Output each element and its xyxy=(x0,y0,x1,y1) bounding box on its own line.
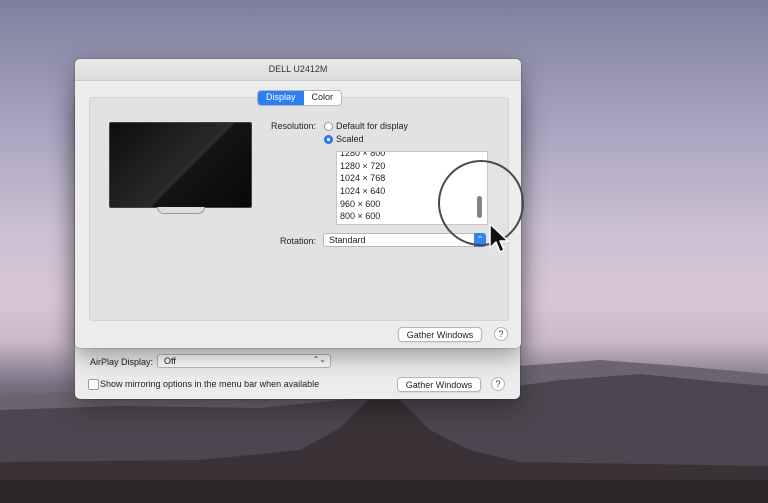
monitor-image xyxy=(109,122,252,208)
rotation-label: Rotation: xyxy=(280,236,317,246)
rotation-value: Standard xyxy=(329,235,366,245)
gather-windows-button[interactable]: Gather Windows xyxy=(397,377,481,392)
window-title: DELL U2412M xyxy=(75,59,521,81)
airplay-display-select[interactable]: Off ⌃⌄ xyxy=(157,354,331,368)
default-for-display-radio[interactable] xyxy=(324,122,333,131)
resolution-item[interactable]: 800 × 600 xyxy=(337,210,487,223)
default-for-display-label: Default for display xyxy=(336,121,409,131)
chevron-updown-icon: ⌃ xyxy=(474,233,486,247)
tab-display[interactable]: Display xyxy=(258,91,304,105)
resolution-list[interactable]: 1280 × 800 1280 × 720 1024 × 768 1024 × … xyxy=(336,151,488,225)
rotation-select[interactable]: Standard ⌃ xyxy=(323,233,486,247)
tab-color[interactable]: Color xyxy=(304,91,342,105)
mouse-pointer-icon xyxy=(489,223,509,253)
help-button[interactable]: ? xyxy=(494,327,508,341)
mirroring-options-label: Show mirroring options in the menu bar w… xyxy=(100,379,320,389)
display-settings-window: DELL U2412M Display Color Resolution: De… xyxy=(75,59,521,348)
monitor-stand-image xyxy=(157,207,205,214)
airplay-display-label: AirPlay Display: xyxy=(90,357,154,367)
resolution-item[interactable]: 960 × 600 xyxy=(337,198,487,211)
help-button[interactable]: ? xyxy=(491,377,505,391)
resolution-item[interactable]: 1024 × 640 xyxy=(337,185,487,198)
scaled-label: Scaled xyxy=(336,134,364,144)
resolution-item[interactable]: 1280 × 720 xyxy=(337,160,487,173)
tab-bar: Display Color xyxy=(257,90,343,106)
airplay-display-value: Off xyxy=(164,356,176,366)
gather-windows-button[interactable]: Gather Windows xyxy=(398,327,482,342)
chevron-updown-icon: ⌃⌄ xyxy=(312,355,326,364)
mirroring-options-checkbox[interactable] xyxy=(88,379,99,390)
resolution-list-scrollbar[interactable] xyxy=(477,196,482,218)
resolution-label: Resolution: xyxy=(271,121,317,131)
resolution-item[interactable]: 1280 × 800 xyxy=(337,152,487,160)
scaled-radio[interactable] xyxy=(324,135,333,144)
resolution-item[interactable]: 1024 × 768 xyxy=(337,172,487,185)
